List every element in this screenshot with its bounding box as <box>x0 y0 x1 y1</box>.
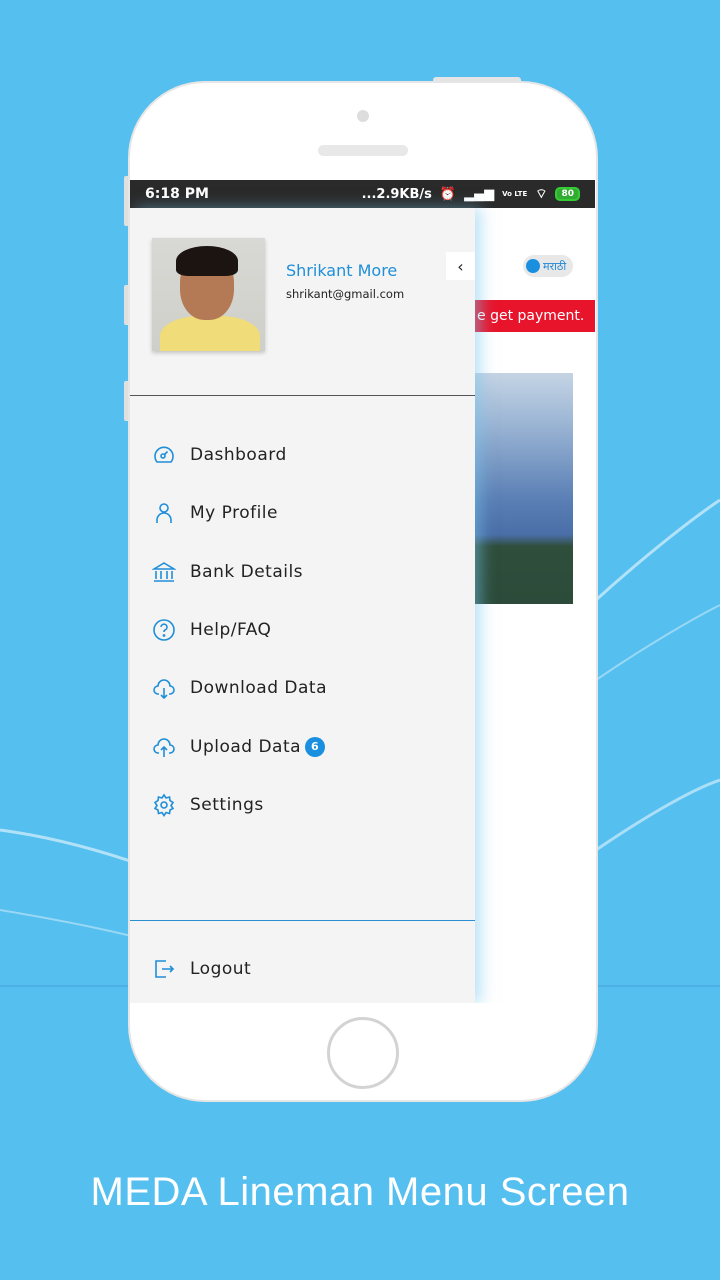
menu-label: Bank Details <box>190 561 304 582</box>
user-icon <box>156 503 172 524</box>
alarm-icon: ⏰ <box>439 186 457 202</box>
status-bar: 6:18 PM ...2.9KB/s ⏰ ▂▄▆ Vo LTE ⌔ 80 <box>130 180 595 208</box>
upload-count-badge: 6 <box>305 736 326 757</box>
user-email: shrikant@gmail.com <box>286 287 405 301</box>
speaker <box>318 145 408 156</box>
menu-label: Upload Data <box>190 736 302 757</box>
status-time: 6:18 PM <box>145 186 209 202</box>
front-camera <box>357 110 369 122</box>
signal-icon: ▂▄▆ <box>464 186 495 202</box>
divider <box>130 920 475 921</box>
user-name: Shrikant More <box>286 261 398 280</box>
solar-panel-image <box>475 373 573 604</box>
language-toggle[interactable]: मराठी <box>523 255 573 277</box>
divider <box>130 395 475 396</box>
menu-list: Dashboard My Profile Bank Details Help/F… <box>130 426 475 834</box>
wifi-icon: ⌔ <box>535 187 548 202</box>
gear-icon <box>153 793 175 817</box>
menu-item-download-data[interactable]: Download Data <box>130 659 475 717</box>
menu-label: Help/FAQ <box>190 620 272 641</box>
app-screen: 6:18 PM ...2.9KB/s ⏰ ▂▄▆ Vo LTE ⌔ 80 मरा… <box>130 180 595 1003</box>
decorative-wave <box>595 778 720 852</box>
payment-banner: e get payment. <box>460 300 595 332</box>
menu-item-my-profile[interactable]: My Profile <box>130 484 475 542</box>
menu-item-dashboard[interactable]: Dashboard <box>130 426 475 484</box>
cloud-download-icon <box>153 679 175 700</box>
home-button[interactable] <box>327 1017 399 1089</box>
logout-button[interactable]: Logout <box>130 940 475 998</box>
avatar[interactable] <box>152 238 265 351</box>
menu-label: My Profile <box>190 503 278 524</box>
dashboard-icon <box>154 446 174 463</box>
menu-item-upload-data[interactable]: Upload Data 6 <box>130 717 475 775</box>
menu-item-settings[interactable]: Settings <box>130 776 475 834</box>
help-icon <box>153 619 175 641</box>
menu-label: Download Data <box>190 678 327 699</box>
language-label: मराठी <box>543 259 567 273</box>
cloud-upload-icon <box>153 737 175 757</box>
decorative-wave <box>595 604 720 681</box>
lte-indicator: Vo LTE <box>502 190 528 198</box>
caption: MEDA Lineman Menu Screen <box>90 1170 630 1214</box>
menu-item-bank-details[interactable]: Bank Details <box>130 543 475 601</box>
toggle-knob <box>526 259 540 273</box>
menu-item-help-faq[interactable]: Help/FAQ <box>130 601 475 659</box>
decorative-wave <box>594 498 720 602</box>
network-speed: ...2.9KB/s <box>361 186 432 202</box>
menu-label: Settings <box>190 794 264 815</box>
collapse-drawer-button[interactable]: ‹ <box>446 252 475 280</box>
logout-label: Logout <box>190 959 252 980</box>
battery-icon: 80 <box>555 187 580 201</box>
bank-icon <box>152 561 176 582</box>
chevron-left-icon: ‹ <box>457 256 464 276</box>
menu-label: Dashboard <box>190 445 287 466</box>
navigation-drawer: ‹ Shrikant More shrikant@gmail.com Dashb… <box>130 208 475 1003</box>
logout-icon <box>155 960 175 978</box>
